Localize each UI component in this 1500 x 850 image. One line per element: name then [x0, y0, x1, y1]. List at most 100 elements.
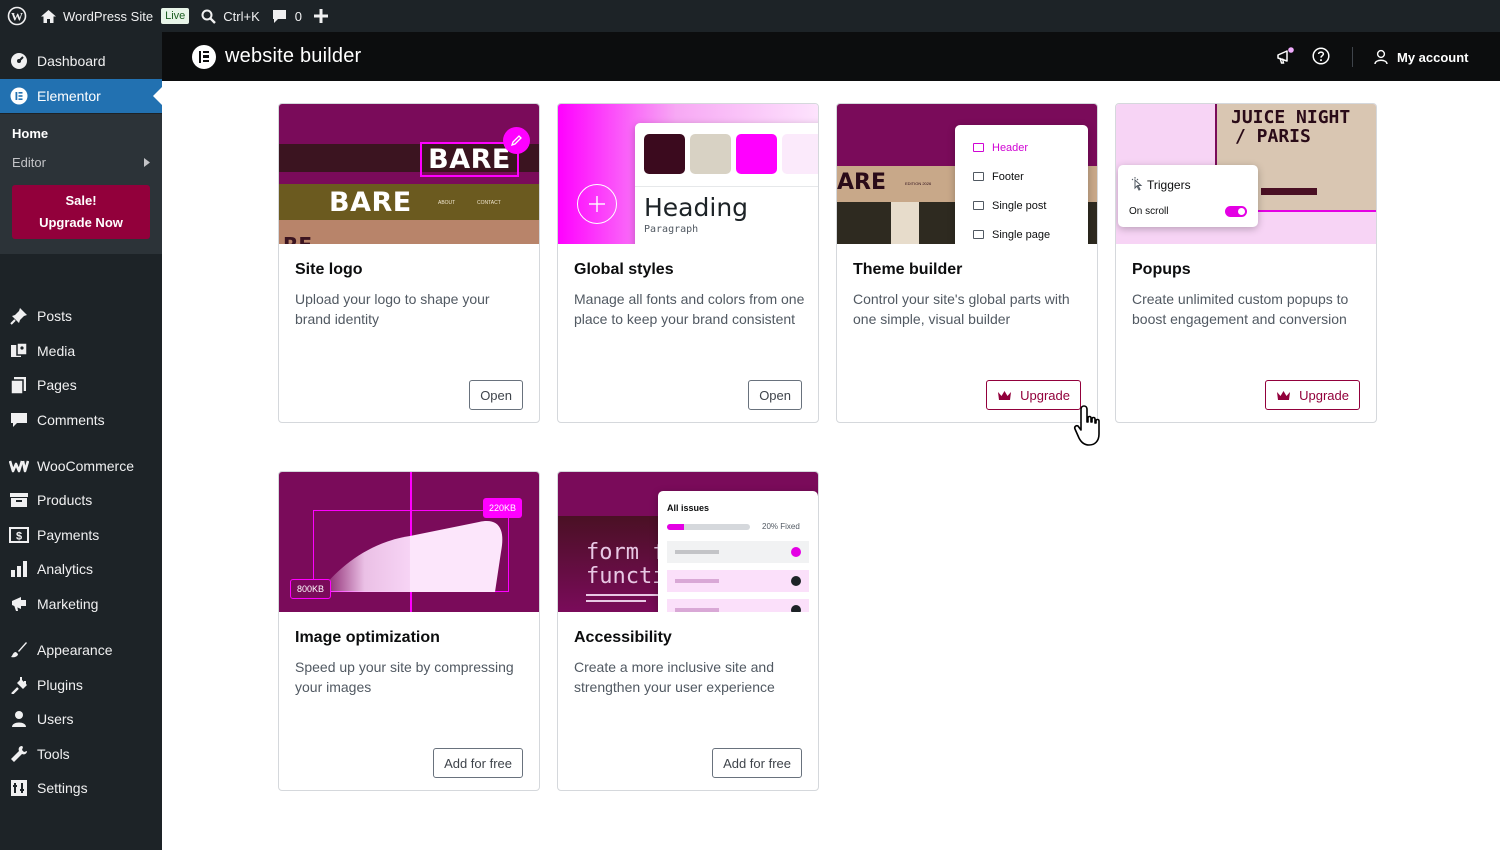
fixed-progress-fill	[667, 524, 684, 530]
plus-icon	[589, 196, 605, 212]
comments-link[interactable]: 0	[266, 0, 308, 32]
sidebar-item-dashboard[interactable]: Dashboard	[0, 44, 162, 78]
edit-logo-badge	[503, 127, 530, 154]
card-description: Control your site's global parts with on…	[853, 291, 1070, 327]
hand-cursor-icon	[1066, 404, 1112, 448]
crown-icon	[1276, 390, 1291, 401]
svg-text:$: $	[16, 531, 22, 543]
theme-part-single-post[interactable]: Single post	[973, 191, 1088, 220]
new-content-button[interactable]	[308, 0, 334, 32]
command-search[interactable]: Ctrl+K	[195, 0, 265, 32]
on-scroll-toggle[interactable]	[1225, 206, 1247, 217]
sidebar-item-label: Tools	[37, 746, 70, 762]
plus-icon	[313, 9, 328, 23]
crown-icon	[997, 390, 1012, 401]
fixed-progress-bar	[667, 524, 750, 530]
search-shortcut: Ctrl+K	[223, 8, 260, 24]
document-icon	[973, 201, 984, 210]
card-description: Create unlimited custom popups to boost …	[1132, 291, 1349, 327]
card-title: Accessibility	[574, 629, 672, 646]
sidebar-item-label: Dashboard	[37, 53, 106, 69]
sidebar-item-plugins[interactable]: Plugins	[0, 668, 162, 702]
upgrade-now-button[interactable]: Sale! Upgrade Now	[12, 185, 150, 239]
sidebar-item-posts[interactable]: Posts	[0, 299, 162, 333]
open-button[interactable]: Open	[469, 380, 523, 410]
sidebar-item-appearance[interactable]: Appearance	[0, 633, 162, 667]
card-global-styles: Heading Paragraph Global styles Manage a…	[557, 103, 819, 423]
comment-icon	[9, 410, 29, 430]
sidebar-item-analytics[interactable]: Analytics	[0, 552, 162, 586]
card-title: Popups	[1132, 261, 1191, 278]
submenu-editor[interactable]: Editor	[12, 155, 46, 170]
sidebar-item-settings[interactable]: Settings	[0, 771, 162, 805]
triggers-panel: Triggers On scroll	[1118, 165, 1258, 227]
theme-parts-menu: Header Footer Single post Single page	[955, 125, 1088, 244]
sidebar-item-label: Plugins	[37, 677, 83, 693]
theme-preview-small-text: EDITION 2026	[905, 181, 932, 186]
sidebar-item-payments[interactable]: $ Payments	[0, 518, 162, 552]
elementor-header: website builder My account	[162, 32, 1500, 81]
sidebar-item-label: Comments	[37, 412, 105, 428]
wordpress-logo-icon[interactable]: W	[0, 0, 34, 32]
my-account-button[interactable]: My account	[1374, 46, 1469, 68]
sidebar-item-comments[interactable]: Comments	[0, 403, 162, 437]
logo-text-cropped: RE	[283, 233, 312, 244]
add-style-circle	[577, 184, 617, 224]
card-description: Create a more inclusive site and strengt…	[574, 659, 775, 695]
sidebar-item-label: WooCommerce	[37, 458, 134, 474]
sidebar-item-elementor[interactable]: Elementor	[0, 79, 162, 113]
layout-icon	[973, 143, 984, 152]
card-site-logo: BARE BARE ABOUT CONTACT RE Site logo Upl…	[278, 103, 540, 423]
site-name-menu[interactable]: WordPress Site Live	[34, 0, 195, 32]
elementor-icon	[9, 86, 29, 106]
pin-icon	[9, 306, 29, 326]
sidebar-item-woocommerce[interactable]: WooCommerce	[0, 449, 162, 483]
chevron-right-icon	[144, 158, 150, 167]
theme-part-single-page[interactable]: Single page	[973, 220, 1088, 244]
archive-icon	[9, 490, 29, 510]
help-button[interactable]	[1312, 47, 1332, 67]
elementor-logo-icon	[192, 44, 216, 69]
progress-label: 20% Fixed	[762, 522, 800, 531]
compressed-size-badge: 220KB	[483, 498, 523, 518]
card-theme-builder: ARE EDITION 2026 Header Footer Single po…	[836, 103, 1098, 423]
admin-bar: W WordPress Site Live Ctrl+K 0	[0, 0, 1500, 32]
upgrade-button[interactable]: Upgrade	[1265, 380, 1360, 410]
sidebar-item-label: Users	[37, 711, 74, 727]
original-size-badge: 800KB	[290, 579, 332, 599]
whats-new-button[interactable]	[1274, 46, 1296, 68]
card-title: Theme builder	[853, 261, 963, 278]
sidebar-item-label: Analytics	[37, 561, 94, 577]
chart-bar-icon	[9, 559, 29, 579]
document-icon	[973, 230, 984, 239]
site-name: WordPress Site	[63, 8, 154, 24]
card-accessibility: form f functic All issues 20% Fixed Acce…	[557, 471, 819, 791]
sidebar-item-label: Elementor	[37, 88, 101, 104]
poster-title-line1: JUICE NIGHT	[1231, 107, 1351, 128]
sidebar-item-pages[interactable]: Pages	[0, 368, 162, 402]
theme-preview-text: ARE	[837, 170, 886, 195]
theme-part-footer[interactable]: Footer	[973, 162, 1088, 191]
home-icon	[40, 9, 57, 24]
add-for-free-button[interactable]: Add for free	[712, 748, 802, 778]
header-divider	[1352, 47, 1353, 67]
open-button[interactable]: Open	[748, 380, 802, 410]
sidebar-item-users[interactable]: Users	[0, 702, 162, 736]
sidebar-item-media[interactable]: Media	[0, 334, 162, 368]
site-logo-thumbnail: BARE BARE ABOUT CONTACT RE	[279, 104, 539, 244]
sidebar-item-products[interactable]: Products	[0, 483, 162, 517]
submenu-home[interactable]: Home	[12, 126, 48, 141]
logo-text: BARE	[428, 144, 511, 175]
user-icon	[1374, 49, 1388, 65]
page-title: website builder	[225, 45, 362, 67]
issue-row	[667, 570, 809, 592]
theme-part-header[interactable]: Header	[973, 133, 1088, 162]
sidebar-item-tools[interactable]: Tools	[0, 737, 162, 771]
settings-icon	[9, 778, 29, 798]
image-optimization-thumbnail: 220KB 800KB	[279, 472, 539, 612]
sidebar-item-marketing[interactable]: Marketing	[0, 587, 162, 621]
megaphone-icon	[9, 594, 29, 614]
add-for-free-button[interactable]: Add for free	[433, 748, 523, 778]
popups-thumbnail: JUICE NIGHT / PARIS Triggers On scroll	[1116, 104, 1376, 244]
color-swatch	[690, 134, 731, 174]
